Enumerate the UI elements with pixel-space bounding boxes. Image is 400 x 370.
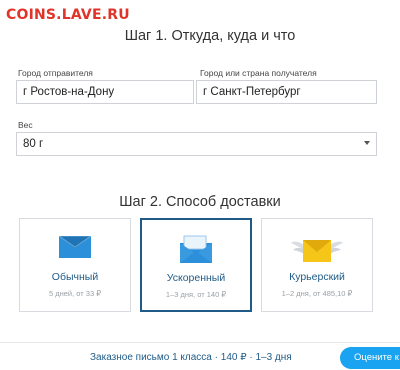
envelope-icon bbox=[58, 235, 92, 258]
weight-value: 80 г bbox=[23, 138, 44, 150]
step1-title: Шаг 1. Откуда, куда и что bbox=[124, 28, 296, 44]
delivery-option-courier[interactable]: Курьерский 1–2 дня, от 485,10 ₽ bbox=[261, 218, 373, 312]
delivery-option-name: Курьерский bbox=[289, 271, 345, 283]
winged-envelope-icon bbox=[291, 240, 343, 262]
chevron-down-icon bbox=[364, 141, 370, 145]
delivery-option-meta: 5 дней, от 33 ₽ bbox=[48, 289, 102, 298]
summary-bar: Заказное письмо 1 класса · 140 ₽ · 1–3 д… bbox=[0, 342, 400, 370]
delivery-option-regular[interactable]: Обычный 5 дней, от 33 ₽ bbox=[19, 218, 131, 312]
weight-select[interactable]: 80 г bbox=[16, 132, 377, 156]
rate-button[interactable]: Оцените к bbox=[340, 347, 400, 369]
order-summary: Заказное письмо 1 класса · 140 ₽ · 1–3 д… bbox=[90, 352, 292, 363]
step2-title: Шаг 2. Способ доставки bbox=[119, 194, 281, 210]
watermark-text: COINS.LAVE.RU bbox=[6, 7, 130, 23]
delivery-option-express[interactable]: Ускоренный 1–3 дня, от 140 ₽ bbox=[140, 218, 252, 312]
delivery-option-name: Обычный bbox=[51, 271, 99, 283]
delivery-option-name: Ускоренный bbox=[166, 272, 226, 284]
to-city-label: Город или страна получателя bbox=[200, 68, 317, 78]
to-city-input[interactable]: г Санкт-Петербург bbox=[196, 80, 377, 104]
delivery-option-meta: 1–2 дня, от 485,10 ₽ bbox=[281, 289, 353, 298]
open-envelope-icon bbox=[180, 235, 212, 263]
delivery-option-meta: 1–3 дня, от 140 ₽ bbox=[165, 290, 227, 299]
from-city-label: Город отправителя bbox=[18, 68, 93, 78]
from-city-input[interactable]: г Ростов-на-Дону bbox=[16, 80, 194, 104]
weight-label: Вес bbox=[18, 120, 33, 130]
